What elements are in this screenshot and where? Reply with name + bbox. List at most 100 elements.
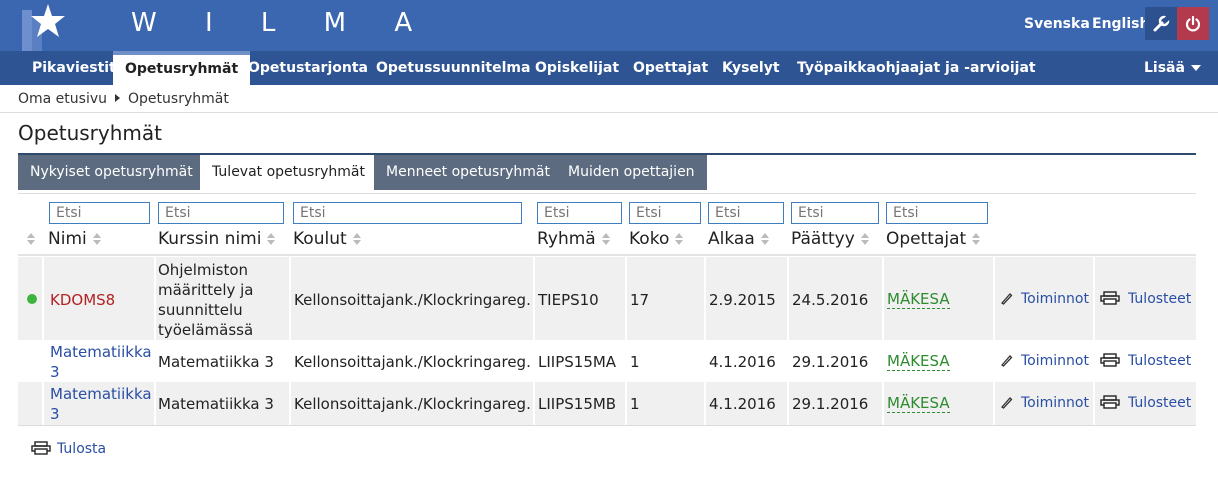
course-name-line: määrittely ja <box>158 281 254 299</box>
filter-end-input[interactable] <box>791 202 879 224</box>
divider <box>18 193 1196 194</box>
course-name: Ohjelmiston määrittely ja suunnittelu ty… <box>158 260 254 340</box>
app-brand: W I L M A <box>131 8 433 38</box>
group-code: TIEPS10 <box>538 291 599 309</box>
sort-icon <box>352 233 361 245</box>
column-header-group[interactable]: Ryhmä <box>537 229 610 249</box>
logout-button[interactable] <box>1177 7 1209 40</box>
divider <box>533 257 535 425</box>
prints-menu[interactable]: Tulosteet <box>1100 353 1191 369</box>
end-date: 29.1.2016 <box>792 395 869 413</box>
column-label: Nimi <box>48 229 87 249</box>
nav-pikaviestit[interactable]: Pikaviestit <box>20 51 128 85</box>
course-name-line: suunnittelu <box>158 301 243 319</box>
caret-down-icon <box>1190 65 1201 71</box>
teacher-link[interactable]: MÄKESA <box>887 290 950 309</box>
sort-status-icon[interactable] <box>27 229 35 249</box>
teacher-link[interactable]: MÄKESA <box>887 394 950 413</box>
start-date: 2.9.2015 <box>709 291 776 309</box>
actions-menu[interactable]: Toiminnot <box>999 353 1089 369</box>
actions-label: Toiminnot <box>1021 353 1089 369</box>
group-size: 1 <box>630 353 640 371</box>
divider <box>625 257 627 425</box>
actions-label: Toiminnot <box>1021 395 1089 411</box>
column-header-school[interactable]: Koulut <box>293 229 361 249</box>
nav-opettajat[interactable]: Opettajat <box>621 51 720 85</box>
chevron-right-icon <box>115 94 121 102</box>
end-date: 24.5.2016 <box>792 291 869 309</box>
group-name-line: 3 <box>50 363 60 381</box>
sort-icon <box>860 233 869 245</box>
status-active-icon <box>27 294 37 304</box>
language-english-link[interactable]: English <box>1092 16 1149 32</box>
filter-group-input[interactable] <box>537 202 622 224</box>
actions-label: Toiminnot <box>1021 291 1089 307</box>
group-name-line: Matematiikka <box>50 343 152 361</box>
page-title: Opetusryhmät <box>18 121 162 145</box>
actions-menu[interactable]: Toiminnot <box>999 395 1089 411</box>
power-icon <box>1185 15 1201 31</box>
prints-label: Tulosteet <box>1128 353 1192 369</box>
actions-menu[interactable]: Toiminnot <box>999 291 1089 307</box>
sort-icon <box>601 233 610 245</box>
column-label: Koko <box>629 229 670 249</box>
breadcrumb-home[interactable]: Oma etusivu <box>18 91 107 107</box>
tab-upcoming-groups[interactable]: Tulevat opetusryhmät <box>200 155 377 190</box>
nav-kyselyt[interactable]: Kyselyt <box>710 51 792 85</box>
teacher-link[interactable]: MÄKESA <box>887 352 950 371</box>
breadcrumb: Oma etusivu Opetusryhmät <box>18 91 229 107</box>
start-date: 4.1.2016 <box>709 353 776 371</box>
print-button[interactable]: Tulosta <box>31 441 106 457</box>
filter-size-input[interactable] <box>629 202 701 224</box>
prints-label: Tulosteet <box>1128 395 1192 411</box>
filter-course-input[interactable] <box>158 202 284 224</box>
tab-other-teachers[interactable]: Muiden opettajien <box>556 155 707 190</box>
school-name: Kellonsoittajank./Klockringareg. <box>294 353 531 371</box>
sort-icon <box>972 233 981 245</box>
app-header: W I L M A Svenska English <box>0 0 1218 51</box>
column-header-size[interactable]: Koko <box>629 229 684 249</box>
group-code: LIIPS15MA <box>538 353 617 371</box>
group-size: 17 <box>630 291 650 309</box>
main-nav: Pikaviestit Opetusryhmät Opetustarjonta … <box>0 51 1218 85</box>
nav-opetusryhmat[interactable]: Opetusryhmät <box>113 51 251 85</box>
nav-opetussuunnitelma[interactable]: Opetussuunnitelma <box>364 51 542 85</box>
printer-icon <box>31 441 51 455</box>
divider <box>704 257 706 425</box>
tab-past-groups[interactable]: Menneet opetusryhmät <box>374 155 562 190</box>
course-name: Matematiikka 3 <box>158 395 274 413</box>
sort-icon <box>675 233 684 245</box>
settings-button[interactable] <box>1145 7 1177 40</box>
group-name-link[interactable]: Matematiikka 3 <box>50 384 152 424</box>
tab-current-groups[interactable]: Nykyiset opetusryhmät <box>18 155 205 190</box>
divider <box>18 425 1196 426</box>
column-header-start[interactable]: Alkaa <box>708 229 769 249</box>
nav-opiskelijat[interactable]: Opiskelijat <box>523 51 631 85</box>
filter-start-input[interactable] <box>708 202 784 224</box>
filter-name-input[interactable] <box>49 202 150 224</box>
nav-opetustarjonta[interactable]: Opetustarjonta <box>236 51 380 85</box>
group-name-link[interactable]: KDOMS8 <box>50 290 115 310</box>
school-name: Kellonsoittajank./Klockringareg. <box>294 291 531 309</box>
column-header-end[interactable]: Päättyy <box>791 229 869 249</box>
group-name-link[interactable]: Matematiikka 3 <box>50 342 152 382</box>
wilma-logo[interactable] <box>0 0 90 51</box>
filter-school-input[interactable] <box>293 202 522 224</box>
nav-tyopaikkaohjaajat[interactable]: Työpaikkaohjaajat ja -arvioijat <box>785 51 1048 85</box>
divider <box>787 257 789 425</box>
prints-menu[interactable]: Tulosteet <box>1100 291 1191 307</box>
nav-more[interactable]: Lisää <box>1132 51 1213 85</box>
group-name-line: 3 <box>50 405 60 423</box>
filter-teacher-input[interactable] <box>886 202 988 224</box>
sort-icon <box>267 233 276 245</box>
prints-menu[interactable]: Tulosteet <box>1100 395 1191 411</box>
print-label: Tulosta <box>57 441 107 457</box>
language-swedish-link[interactable]: Svenska <box>1024 16 1090 32</box>
divider <box>0 112 1218 113</box>
school-name: Kellonsoittajank./Klockringareg. <box>294 395 531 413</box>
column-header-name[interactable]: Nimi <box>48 229 101 249</box>
sort-icon <box>92 233 101 245</box>
divider <box>42 257 44 425</box>
column-header-course[interactable]: Kurssin nimi <box>158 229 276 249</box>
column-header-teacher[interactable]: Opettajat <box>886 229 981 249</box>
